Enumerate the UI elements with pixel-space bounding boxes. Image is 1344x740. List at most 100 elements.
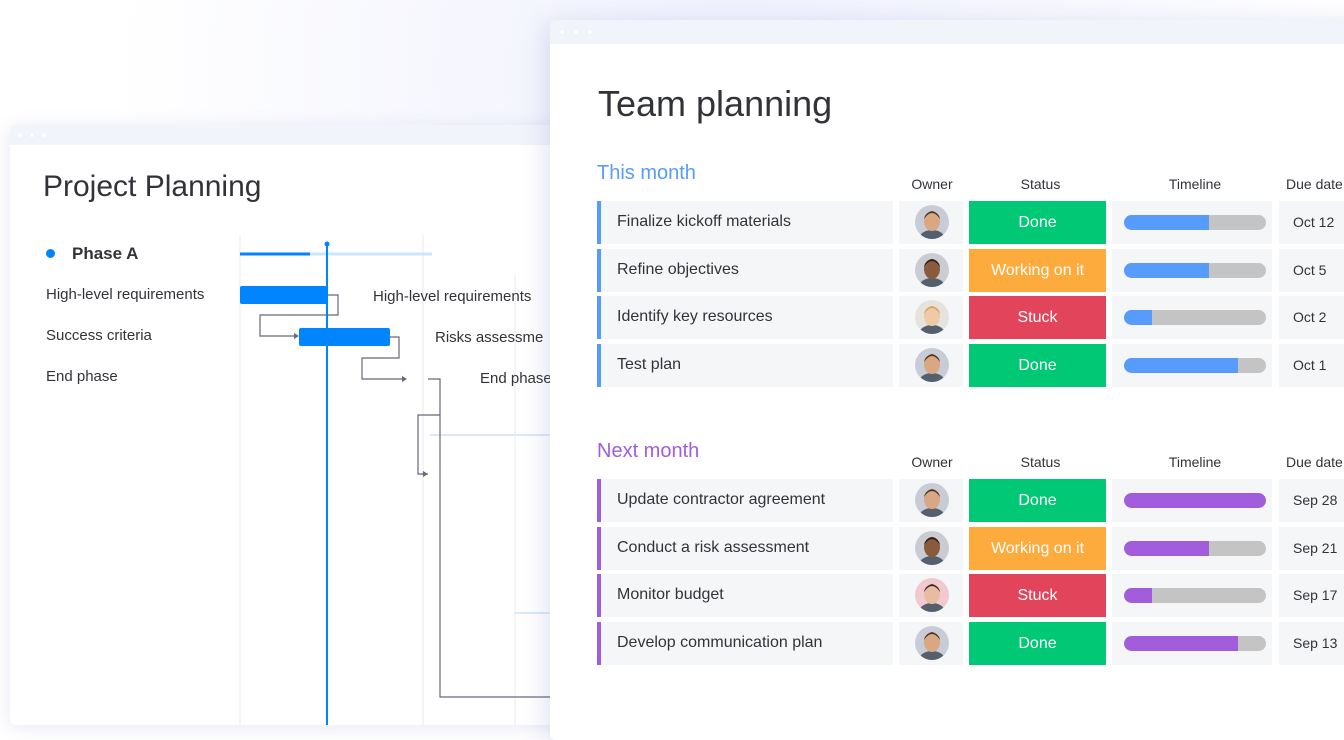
status-label[interactable]: Working on it [969,527,1106,570]
status-label[interactable]: Done [969,344,1106,387]
project-planning-window: Project Planning Phase A High-level requ… [10,125,610,725]
owner-cell[interactable] [899,296,963,339]
column-header-owner[interactable]: Owner [902,454,962,470]
due-date: Sep 17 [1293,587,1338,603]
group-title[interactable]: This month [597,162,696,185]
due-date-cell[interactable]: Oct 12 [1279,201,1344,244]
task-label[interactable]: High-level requirements [46,286,204,303]
owner-cell[interactable] [899,622,963,665]
owner-cell[interactable] [899,249,963,292]
timeline-track [1124,541,1266,556]
due-date-cell[interactable]: Oct 2 [1279,296,1344,339]
status-label[interactable]: Stuck [969,296,1106,339]
timeline-track [1124,493,1266,508]
owner-cell[interactable] [899,479,963,522]
item-name[interactable]: Finalize kickoff materials [617,213,791,231]
timeline-cell[interactable] [1112,527,1272,570]
group-title[interactable]: Next month [597,440,699,463]
due-date: Oct 2 [1293,309,1327,325]
task-label[interactable]: Success criteria [46,327,152,344]
status-label[interactable]: Done [969,479,1106,522]
timeline-cell[interactable] [1112,622,1272,665]
task-label[interactable]: End phase [46,368,118,385]
column-header-owner[interactable]: Owner [902,176,962,192]
timeline-cell[interactable] [1112,249,1272,292]
gantt-bar-requirements [240,286,327,304]
timeline-progress [1124,493,1266,508]
item-name-cell[interactable]: Update contractor agreement [597,479,893,522]
timeline-progress [1124,588,1152,603]
item-name[interactable]: Update contractor agreement [617,491,825,509]
due-date: Oct 1 [1293,357,1327,373]
arrowhead-icon [423,471,428,477]
item-name[interactable]: Test plan [617,356,681,374]
item-name[interactable]: Conduct a risk assessment [617,539,809,557]
gantt-bar-risks [299,328,390,346]
owner-cell[interactable] [899,344,963,387]
woman-dark-icon[interactable] [915,578,949,612]
due-date-cell[interactable]: Sep 17 [1279,574,1344,617]
column-header-status[interactable]: Status [972,176,1109,192]
man-dark-icon[interactable] [915,531,949,565]
item-name[interactable]: Refine objectives [617,261,739,279]
due-date-cell[interactable]: Oct 1 [1279,344,1344,387]
status-label[interactable]: Done [969,201,1106,244]
item-name-cell[interactable]: Monitor budget [597,574,893,617]
item-name[interactable]: Develop communication plan [617,634,822,652]
owner-cell[interactable] [899,201,963,244]
column-header-timeline[interactable]: Timeline [1115,454,1275,470]
due-date-cell[interactable]: Sep 21 [1279,527,1344,570]
timeline-cell[interactable] [1112,201,1272,244]
gantt-chart [239,235,610,725]
window-dot-icon [588,30,592,34]
column-header-due-date[interactable]: Due date [1286,454,1344,470]
timeline-progress [1124,263,1209,278]
man-beard-icon[interactable] [915,205,949,239]
arrowhead-icon [402,376,407,382]
man-beard-icon[interactable] [915,483,949,517]
gantt-bar-label: End phase [480,370,552,387]
timeline-cell[interactable] [1112,296,1272,339]
page-title: Team planning [598,83,833,124]
dependency-arrow [417,378,441,475]
timeline-track [1124,263,1266,278]
gantt-bar-label: High-level requirements [373,288,532,305]
timeline-track [1124,215,1266,230]
item-name-cell[interactable]: Identify key resources [597,296,893,339]
item-name[interactable]: Monitor budget [617,586,724,604]
column-header-due-date[interactable]: Due date [1286,176,1344,192]
timeline-cell[interactable] [1112,479,1272,522]
window-dot-icon [560,30,564,34]
owner-cell[interactable] [899,574,963,617]
gantt-bar-label: Risks assessme [435,329,544,346]
due-date-cell[interactable]: Sep 28 [1279,479,1344,522]
window-dot-icon [574,30,578,34]
status-label[interactable]: Working on it [969,249,1106,292]
timeline-track [1124,310,1266,325]
timeline-progress [1124,636,1238,651]
status-label[interactable]: Stuck [969,574,1106,617]
due-date: Oct 5 [1293,262,1327,278]
item-name-cell[interactable]: Conduct a risk assessment [597,527,893,570]
item-name-cell[interactable]: Develop communication plan [597,622,893,665]
owner-cell[interactable] [899,527,963,570]
phase-label[interactable]: Phase A [72,244,138,264]
timeline-cell[interactable] [1112,574,1272,617]
man-beard-icon[interactable] [915,348,949,382]
status-label[interactable]: Done [969,622,1106,665]
column-header-timeline[interactable]: Timeline [1115,176,1275,192]
man-dark-icon[interactable] [915,253,949,287]
due-date: Oct 12 [1293,214,1335,230]
item-name-cell[interactable]: Test plan [597,344,893,387]
woman-blonde-icon[interactable] [915,300,949,334]
due-date-cell[interactable]: Sep 13 [1279,622,1344,665]
column-header-status[interactable]: Status [972,454,1109,470]
due-date-cell[interactable]: Oct 5 [1279,249,1344,292]
item-name[interactable]: Identify key resources [617,308,773,326]
window-titlebar [550,20,1344,44]
item-name-cell[interactable]: Finalize kickoff materials [597,201,893,244]
arrowhead-icon [294,333,299,339]
man-beard-icon[interactable] [915,626,949,660]
timeline-cell[interactable] [1112,344,1272,387]
item-name-cell[interactable]: Refine objectives [597,249,893,292]
